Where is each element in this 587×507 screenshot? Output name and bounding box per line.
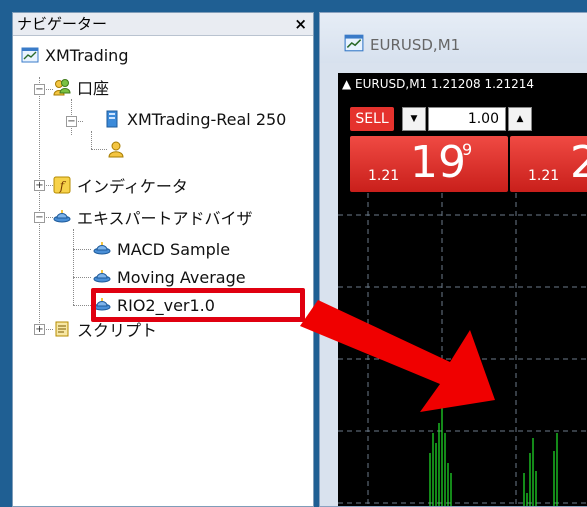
annotation-arrow <box>300 300 495 412</box>
